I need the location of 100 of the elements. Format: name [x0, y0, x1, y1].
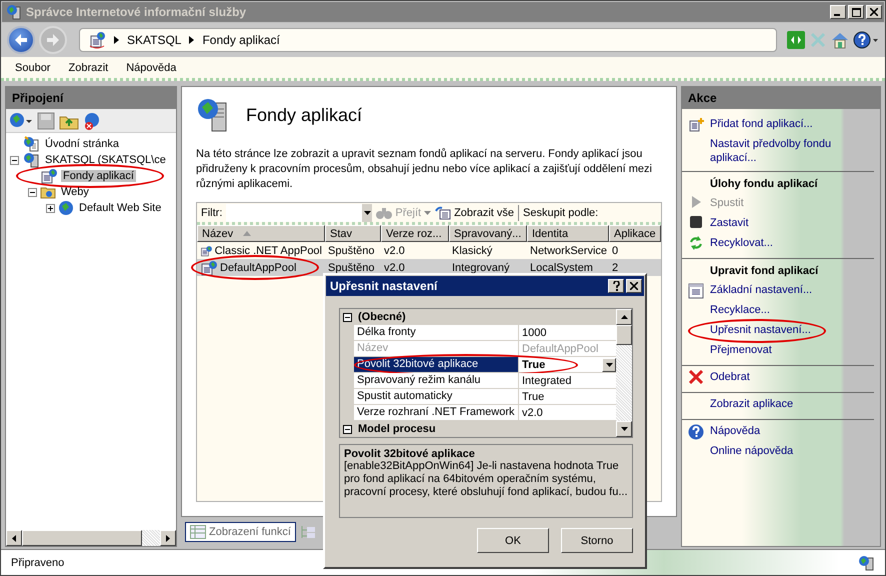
collapse-icon[interactable]	[10, 156, 19, 164]
table-cell: v2.0	[384, 262, 405, 274]
breadcrumb-item[interactable]: Fondy aplikací	[202, 33, 280, 47]
table-cell: Spuštěno	[328, 262, 374, 274]
collapse-icon[interactable]	[343, 312, 352, 322]
action-link[interactable]: Nápověda	[710, 424, 760, 438]
scrollbar-thumb[interactable]	[616, 325, 632, 345]
forward-arrow-icon	[46, 34, 60, 46]
property-name[interactable]: Délka fronty	[354, 325, 519, 340]
help-icon[interactable]	[853, 31, 879, 49]
tree-item[interactable]: SKATSQL (SKATSQL\ce	[43, 154, 168, 166]
description-title: Povolit 32bitové aplikace	[344, 448, 476, 460]
expand-icon[interactable]	[46, 204, 55, 212]
close-icon	[870, 8, 878, 16]
dropdown-button[interactable]	[602, 358, 616, 372]
table-cell: NetworkService	[530, 244, 608, 256]
property-value[interactable]: True	[522, 358, 546, 370]
caret-icon	[606, 362, 612, 366]
left-arrow-icon	[12, 534, 16, 542]
tree-item[interactable]: Fondy aplikací	[61, 170, 136, 182]
close-button[interactable]	[866, 5, 882, 19]
globe-icon	[58, 200, 74, 216]
column-header[interactable]: Stav	[325, 225, 381, 242]
action-link[interactable]: Recyklovat...	[710, 236, 773, 250]
action-link[interactable]: Odebrat	[710, 370, 750, 384]
action-link[interactable]: Zastavit	[710, 216, 749, 230]
property-name[interactable]: Verze rozhraní .NET Framework	[354, 405, 519, 420]
action-link[interactable]: Zobrazit aplikace	[710, 397, 794, 411]
scrollbar-thumb[interactable]	[22, 530, 142, 546]
breadcrumb-item[interactable]: SKATSQL	[127, 33, 182, 47]
action-link[interactable]: Přejmenovat	[710, 343, 772, 357]
back-button[interactable]	[7, 26, 35, 54]
property-name[interactable]: Spustit automaticky	[354, 389, 519, 404]
refresh-list-icon	[435, 206, 452, 220]
sort-arrow-icon	[243, 231, 252, 236]
menu-item[interactable]: Soubor	[15, 62, 50, 74]
table-cell: Classic .NET AppPool	[214, 244, 322, 256]
menu-item[interactable]: Nápověda	[126, 62, 176, 74]
description-text: [enable32BitAppOnWin64] Je-li nastavena hodnota True pro fond aplikací na 64bitovém operačním systému, pracovní procesy, které obsluhují fond aplikací, budou fu...	[344, 460, 628, 499]
show-all-button[interactable]: Zobrazit vše	[435, 206, 514, 220]
property-value[interactable]: Integrated	[522, 374, 572, 386]
vertical-scrollbar[interactable]	[616, 309, 632, 437]
action-link[interactable]: Recyklace...	[710, 303, 770, 317]
refresh-icon[interactable]	[787, 31, 805, 49]
dialog-button[interactable]: OK	[477, 528, 549, 553]
chevron-icon	[189, 36, 194, 44]
collapse-icon[interactable]	[28, 188, 37, 196]
filter-label: Filtr:	[201, 206, 222, 218]
action-link[interactable]: Nastavit předvolby fondu aplikací...	[710, 137, 874, 165]
column-header[interactable]: Název	[197, 225, 325, 242]
property-name[interactable]: Povolit 32bitové aplikace	[354, 357, 519, 372]
save-icon[interactable]	[37, 112, 55, 130]
property-name[interactable]: Spravovaný režim kanálu	[354, 373, 519, 388]
remove-x-icon	[689, 370, 703, 384]
table-row[interactable]: Classic .NET AppPool Spuštěno v2.0 Klasický NetworkService 0	[197, 242, 661, 259]
panel-header: Akce	[682, 87, 880, 109]
view-tab[interactable]: Zobrazení funkcí	[185, 522, 296, 542]
property-value[interactable]: v2.0	[522, 406, 543, 418]
column-header[interactable]: Verze roz...	[381, 225, 449, 242]
maximize-icon	[852, 8, 860, 16]
panel-header: Připojení	[6, 87, 176, 109]
app-pool-icon	[200, 260, 218, 276]
stop-square-icon	[690, 216, 702, 228]
menu-item[interactable]: Zobrazit	[68, 62, 108, 74]
horizontal-scrollbar[interactable]	[6, 530, 176, 546]
group-heading: Upravit fond aplikací	[709, 264, 820, 279]
filter-field[interactable]	[226, 204, 372, 222]
action-link[interactable]: Online nápověda	[710, 444, 794, 458]
action-link[interactable]: Přidat fond aplikací...	[710, 117, 813, 131]
table-cell: Klasický	[452, 244, 492, 256]
home-icon[interactable]	[831, 31, 849, 49]
minimize-button[interactable]	[830, 5, 846, 19]
close-icon	[630, 282, 638, 290]
help-button[interactable]	[608, 279, 624, 293]
table-cell: 0	[612, 244, 618, 256]
tree-item[interactable]: Úvodní stránka	[43, 138, 121, 150]
group-heading: Úlohy fondu aplikací	[709, 176, 819, 192]
property-value[interactable]: 1000	[522, 326, 546, 338]
globe-connect-icon[interactable]	[9, 112, 33, 130]
window-title: Správce Internetové informační služby	[26, 5, 248, 19]
app-pool-icon	[88, 31, 106, 49]
tree-item[interactable]: Default Web Site	[77, 202, 164, 214]
maximize-button[interactable]	[848, 5, 864, 19]
close-button[interactable]	[626, 279, 642, 293]
globe-page-icon	[22, 136, 40, 152]
group-by-button[interactable]: Seskupit podle:	[523, 206, 598, 218]
play-icon	[690, 196, 702, 208]
address-bar[interactable]: SKATSQL Fondy aplikací	[79, 28, 777, 52]
category-heading: (Obecné)	[358, 311, 406, 323]
column-header[interactable]: Identita	[527, 225, 609, 242]
column-header[interactable]: Aplikace	[609, 225, 661, 242]
property-value[interactable]: True	[522, 390, 544, 402]
column-header[interactable]: Spravovaný...	[449, 225, 527, 242]
action-link[interactable]: Upřesnit nastavení...	[710, 323, 811, 337]
help-icon	[688, 424, 704, 440]
action-link[interactable]: Základní nastavení...	[710, 283, 812, 297]
collapse-icon[interactable]	[343, 424, 352, 434]
grid-icon	[190, 525, 206, 539]
dialog-button[interactable]: Storno	[561, 528, 633, 553]
tree-item[interactable]: Weby	[59, 186, 91, 198]
